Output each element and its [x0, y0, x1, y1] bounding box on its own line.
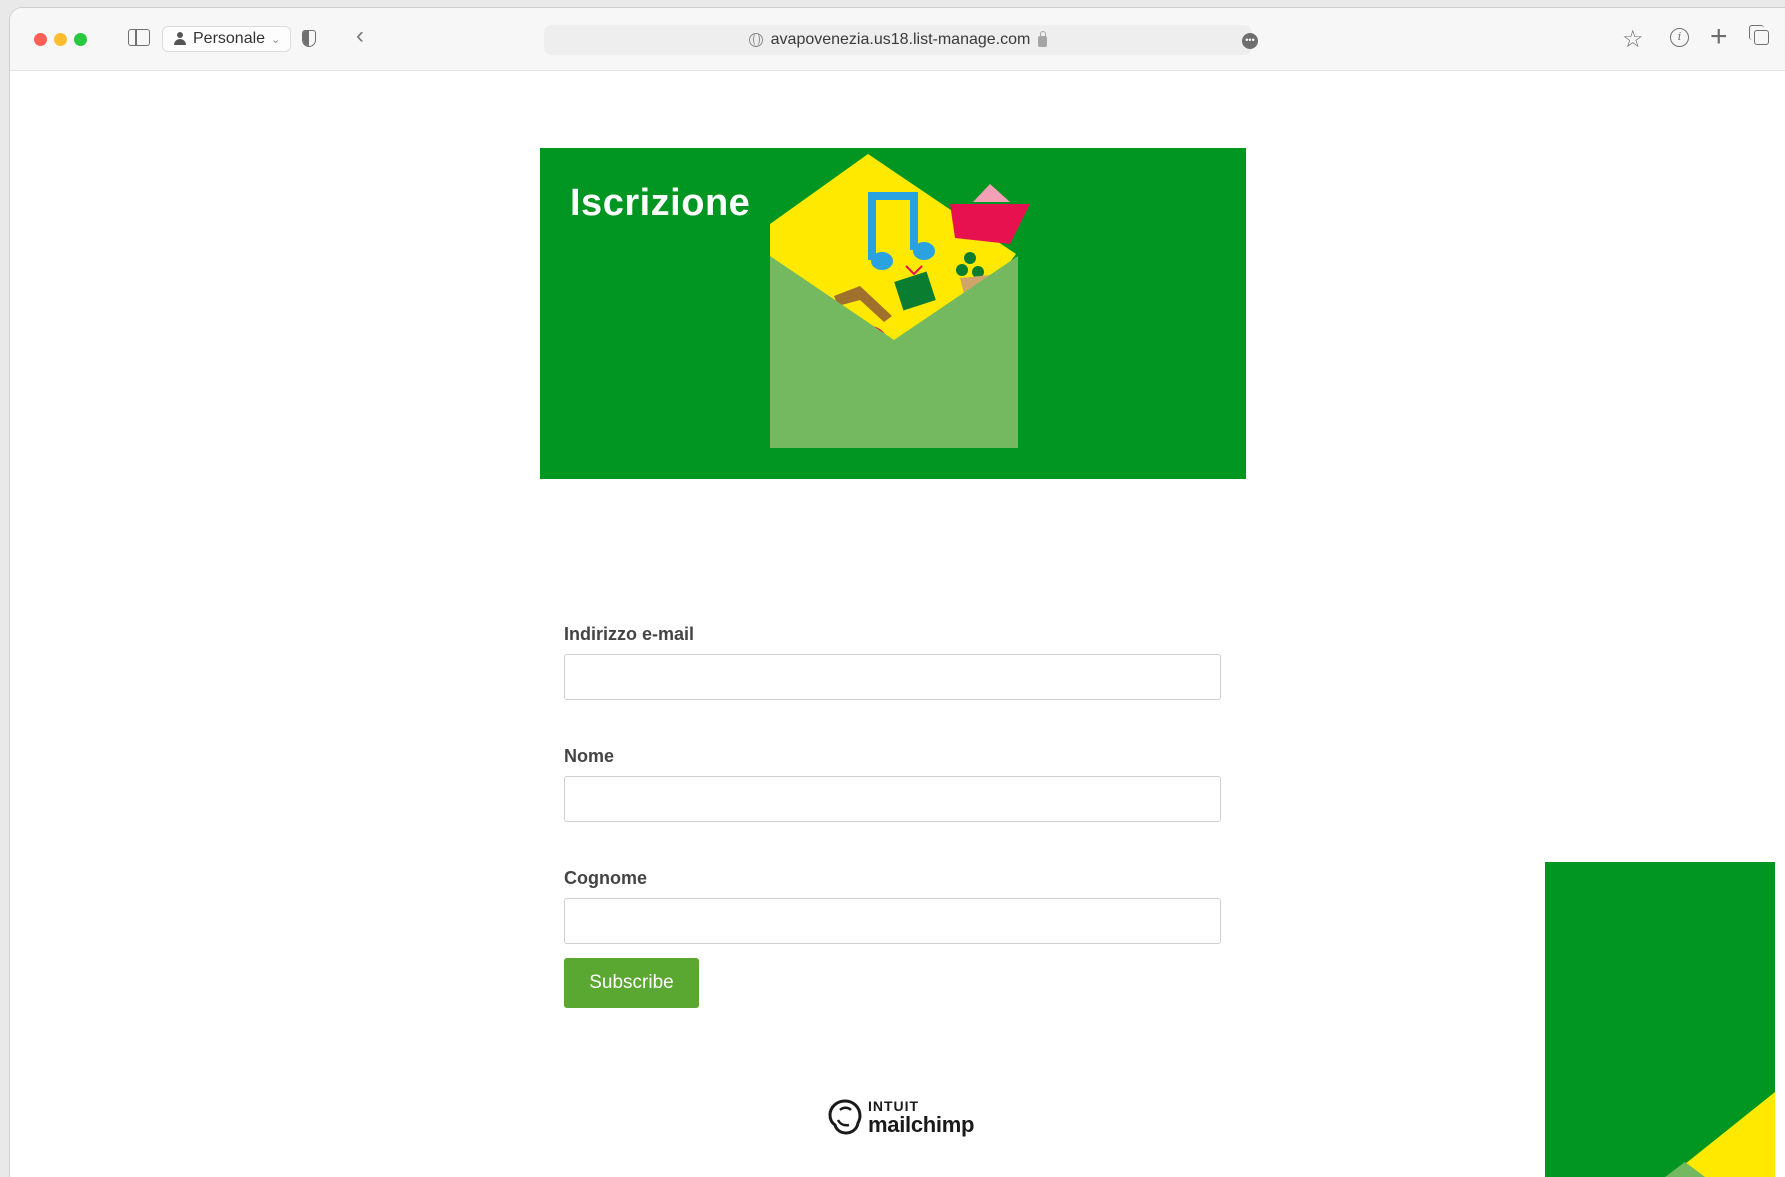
- mailchimp-logo[interactable]: INTUIT mailchimp: [826, 1092, 974, 1144]
- last-name-label: Cognome: [564, 868, 647, 888]
- header-banner: Iscrizione: [540, 148, 1246, 479]
- privacy-shield-icon[interactable]: [302, 30, 316, 47]
- address-bar[interactable]: avapovenezia.us18.list-manage.com: [544, 25, 1252, 55]
- globe-icon: [748, 33, 763, 47]
- tab-overview-icon[interactable]: [1749, 25, 1769, 45]
- freddie-icon: [828, 1099, 862, 1135]
- envelope-illustration-fragment: [1665, 1092, 1775, 1177]
- lock-icon: [1038, 31, 1048, 47]
- first-name-label: Nome: [564, 746, 615, 766]
- banner-title: Iscrizione: [570, 182, 751, 224]
- secondary-banner-fragment: [1545, 862, 1775, 1177]
- chevron-down-icon: ⌄: [271, 33, 281, 46]
- last-name-input[interactable]: [564, 898, 1221, 944]
- profile-selector[interactable]: Personale ⌄: [162, 26, 292, 52]
- first-name-input[interactable]: [564, 776, 1221, 822]
- extension-icon[interactable]: •••: [1242, 33, 1258, 49]
- email-label: Indirizzo e-mail: [564, 624, 695, 644]
- person-icon: [173, 32, 187, 46]
- maximize-window-button[interactable]: [74, 33, 87, 46]
- logo-mailchimp-text: mailchimp: [868, 1112, 975, 1137]
- browser-toolbar: Personale ⌄ ‹ avapovenezia.us18.list-man…: [10, 8, 1785, 71]
- profile-label: Personale: [193, 30, 266, 47]
- info-icon[interactable]: i: [1670, 28, 1689, 47]
- sidebar-toggle-icon[interactable]: [128, 29, 150, 46]
- back-arrow-icon[interactable]: ‹: [356, 24, 364, 48]
- new-tab-plus-icon[interactable]: +: [1710, 22, 1728, 52]
- minimize-window-button[interactable]: [54, 33, 67, 46]
- email-input[interactable]: [564, 654, 1221, 700]
- signup-form: Indirizzo e-mail Nome Cognome: [564, 624, 1221, 990]
- subscribe-button[interactable]: Subscribe: [564, 958, 699, 1008]
- close-window-button[interactable]: [34, 33, 47, 46]
- url-text: avapovenezia.us18.list-manage.com: [770, 31, 1031, 48]
- bookmark-star-icon[interactable]: ☆: [1622, 28, 1644, 52]
